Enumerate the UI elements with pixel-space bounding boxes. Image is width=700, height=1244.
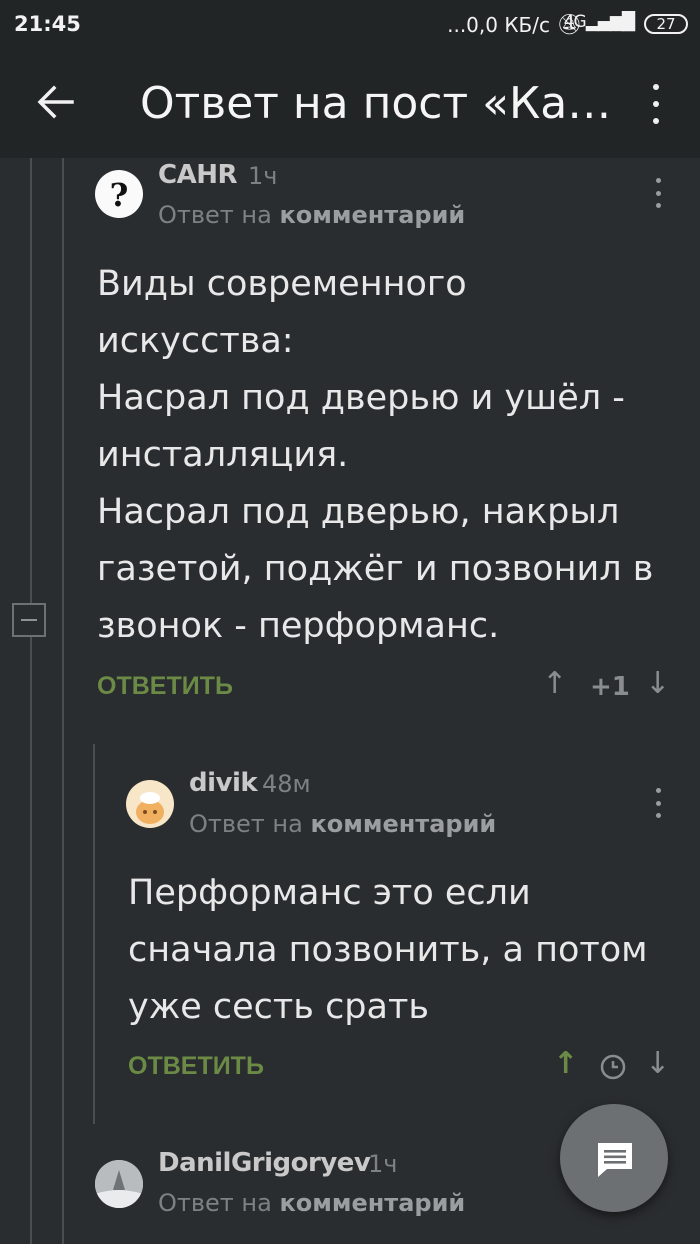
avatar[interactable]	[95, 1160, 143, 1208]
reply-to-link[interactable]: Ответ на комментарий	[158, 1189, 465, 1217]
reply-button[interactable]: ОТВЕТИТЬ	[97, 672, 233, 701]
network-speed: ...0,0 КБ/с	[447, 13, 550, 37]
comment-author[interactable]: divik	[189, 768, 258, 798]
reply-to-link[interactable]: Ответ на комментарий	[158, 201, 465, 229]
thread-line	[93, 744, 95, 1124]
thread-line	[62, 158, 64, 1244]
signal-icon: 4G▂▄▆█	[563, 12, 635, 32]
comment-body: Перформанс это если сначала позвонить, а…	[128, 873, 648, 1027]
thread-line	[30, 158, 32, 603]
avatar[interactable]: ?	[95, 170, 143, 218]
thread-line	[30, 637, 32, 1244]
reply-to-prefix: Ответ на	[189, 810, 303, 838]
downvote-icon[interactable]: ↓	[645, 1046, 670, 1081]
comment-time: 1ч	[248, 162, 278, 190]
signal-label: 4G	[563, 12, 587, 32]
reply-button[interactable]: ОТВЕТИТЬ	[128, 1052, 264, 1081]
new-comment-button[interactable]	[560, 1104, 668, 1212]
arrow-left-icon[interactable]	[36, 82, 76, 122]
battery-level: 27	[656, 15, 676, 33]
comment-time: 1ч	[368, 1150, 398, 1178]
comment-time: 48м	[262, 770, 311, 798]
upvote-icon[interactable]: ↑	[542, 666, 567, 701]
app-toolbar: Ответ на пост «Ка…	[0, 52, 700, 158]
page-title: Ответ на пост «Ка…	[140, 78, 612, 129]
collapse-thread-button[interactable]	[12, 603, 46, 637]
comment-rating: +1	[590, 672, 630, 702]
battery-icon: 27	[644, 14, 688, 34]
status-bar: 21:45 ...0,0 КБ/с 🔕︎ 4G▂▄▆█ 27	[0, 0, 700, 52]
avatar[interactable]	[126, 780, 174, 828]
downvote-icon[interactable]: ↓	[645, 666, 670, 701]
reply-to-prefix: Ответ на	[158, 201, 272, 229]
comment-body: Виды современного искусства: Насрал под …	[97, 264, 654, 646]
upvote-icon[interactable]: ↑	[553, 1046, 578, 1081]
reply-to-link[interactable]: Ответ на комментарий	[189, 810, 496, 838]
comment-author[interactable]: DanilGrigoryev	[158, 1148, 371, 1178]
comment-menu-icon[interactable]	[653, 178, 663, 208]
svg-text:?: ?	[110, 176, 129, 214]
clock-icon	[599, 1053, 627, 1085]
comment-author[interactable]: CAHR	[158, 160, 237, 190]
reply-to-target: комментарий	[279, 201, 466, 229]
reply-to-target: комментарий	[279, 1189, 466, 1217]
more-vertical-icon[interactable]	[648, 84, 664, 124]
reply-to-target: комментарий	[310, 810, 497, 838]
comment-menu-icon[interactable]	[653, 788, 663, 818]
reply-to-prefix: Ответ на	[158, 1189, 272, 1217]
status-time: 21:45	[14, 12, 81, 36]
comment-icon	[595, 1140, 635, 1184]
